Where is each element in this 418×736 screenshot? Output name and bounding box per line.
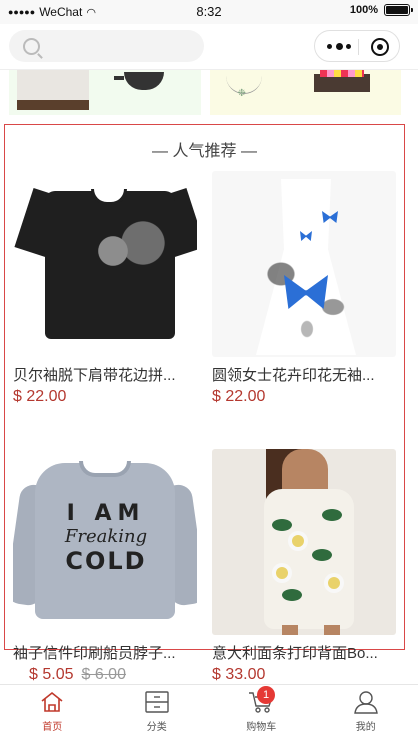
search-icon bbox=[23, 38, 40, 55]
status-bar: ●●●●● WeChat ◠ 8:32 100% bbox=[0, 0, 418, 24]
original-price: $ 6.00 bbox=[81, 666, 126, 683]
user-icon bbox=[353, 691, 378, 714]
product-name: 贝尔袖脱下肩带花边拼... bbox=[13, 367, 176, 384]
cart-badge: 1 bbox=[257, 686, 275, 704]
sweatshirt-print: I AM Freaking COLD bbox=[64, 501, 148, 575]
search-bar[interactable] bbox=[9, 30, 204, 62]
product-image[interactable] bbox=[212, 171, 396, 357]
product-card[interactable]: 贝尔袖脱下肩带花边拼... $ 22.00 bbox=[13, 171, 201, 406]
tab-profile[interactable]: 我的 bbox=[314, 685, 418, 736]
banner-row bbox=[9, 70, 401, 115]
product-name: 袖子信件印刷船员脖子... bbox=[13, 645, 176, 662]
home-icon bbox=[41, 691, 63, 712]
product-price: $ 33.00 bbox=[212, 666, 400, 684]
header bbox=[0, 24, 418, 70]
tab-label: 购物车 bbox=[246, 722, 277, 733]
banner-home-goods[interactable] bbox=[9, 70, 201, 115]
current-price: $ 33.00 bbox=[212, 666, 266, 683]
capsule-divider bbox=[358, 39, 359, 55]
necklace-image bbox=[225, 72, 262, 99]
product-card[interactable]: I AM Freaking COLD 袖子信件印刷船员脖子... $ 5.05 $… bbox=[13, 449, 201, 684]
tab-home[interactable]: 首页 bbox=[0, 685, 105, 736]
product-card[interactable]: 意大利面条打印背面Bo... $ 33.00 bbox=[212, 449, 400, 684]
tab-category[interactable]: 分类 bbox=[105, 685, 210, 736]
tab-label: 我的 bbox=[355, 722, 376, 733]
category-icon bbox=[145, 691, 169, 713]
bed-image bbox=[17, 70, 89, 110]
product-image[interactable]: I AM Freaking COLD bbox=[13, 449, 197, 635]
product-name: 意大利面条打印背面Bo... bbox=[212, 645, 378, 662]
banner-accessories[interactable] bbox=[209, 70, 401, 115]
section-title: — 人气推荐 — bbox=[152, 143, 257, 160]
tab-bar: 首页 分类 购物车 我的 bbox=[0, 684, 418, 736]
popular-section: — 人气推荐 — 贝尔袖脱下肩带花边拼... $ 22.00 圆领女士花卉印花无… bbox=[4, 124, 405, 683]
mini-program-capsule bbox=[314, 30, 400, 62]
tab-label: 分类 bbox=[146, 722, 167, 733]
content-scroll[interactable]: — 人气推荐 — 贝尔袖脱下肩带花边拼... $ 22.00 圆领女士花卉印花无… bbox=[0, 70, 418, 684]
battery-icon bbox=[384, 4, 413, 16]
product-price: $ 22.00 bbox=[13, 388, 201, 406]
product-price: $ 22.00 bbox=[212, 388, 400, 406]
status-right: 100% bbox=[349, 4, 413, 16]
product-price: $ 5.05 $ 6.00 bbox=[13, 666, 201, 684]
current-price: $ 22.00 bbox=[212, 388, 266, 405]
more-icon[interactable] bbox=[327, 43, 351, 50]
product-image[interactable] bbox=[13, 171, 197, 357]
product-name: 圆领女士花卉印花无袖... bbox=[212, 367, 375, 384]
gift-box-image bbox=[313, 70, 370, 92]
pot-image bbox=[114, 72, 164, 90]
tab-label: 首页 bbox=[42, 722, 63, 733]
close-icon[interactable] bbox=[371, 38, 389, 56]
battery-percent: 100% bbox=[349, 4, 378, 16]
current-price: $ 22.00 bbox=[13, 388, 67, 405]
product-image[interactable] bbox=[212, 449, 396, 635]
search-input[interactable] bbox=[45, 30, 195, 62]
current-price: $ 5.05 bbox=[29, 666, 74, 683]
product-card[interactable]: 圆领女士花卉印花无袖... $ 22.00 bbox=[212, 171, 400, 406]
